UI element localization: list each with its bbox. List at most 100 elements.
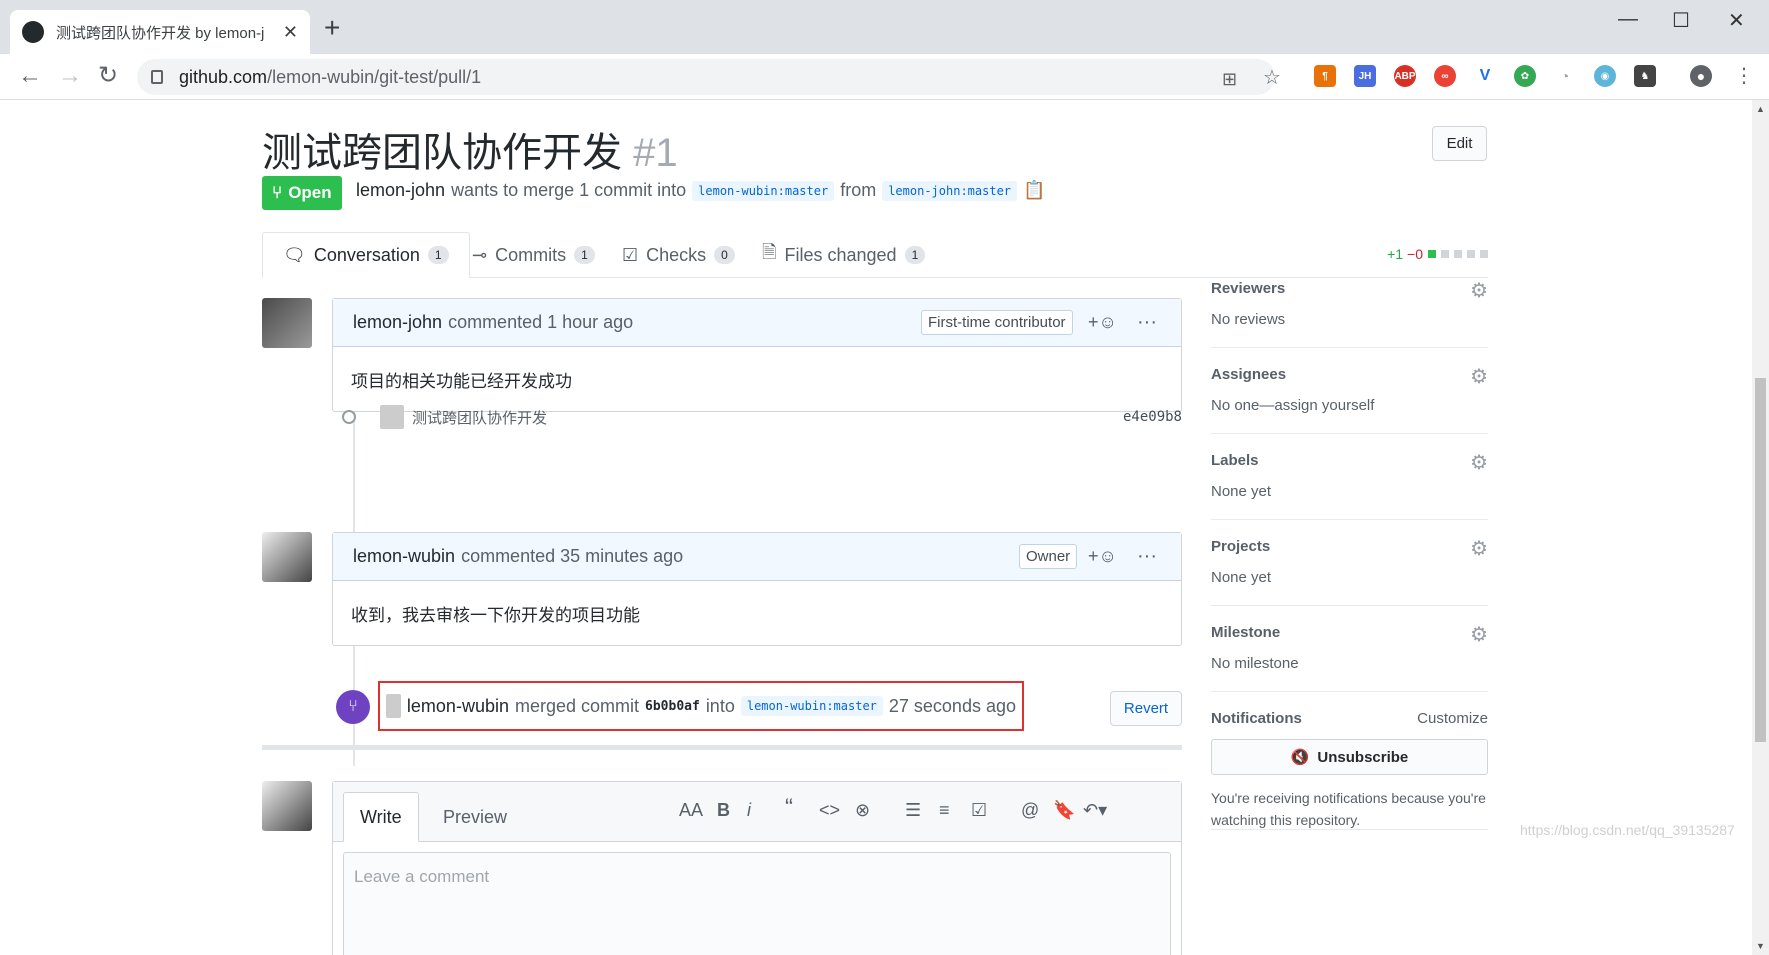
extension-jh-icon[interactable]: JH	[1354, 65, 1376, 87]
chrome-menu-icon[interactable]: ⋮	[1734, 62, 1754, 90]
maximize-icon[interactable]: ☐	[1672, 8, 1690, 33]
preview-tab[interactable]: Preview	[427, 792, 523, 842]
commit-message[interactable]: 测试跨团队协作开发	[412, 407, 547, 428]
comment-timestamp[interactable]: commented 1 hour ago	[448, 312, 633, 333]
bold-icon[interactable]: B	[717, 800, 730, 821]
commit-sha[interactable]: e4e09b8	[1123, 409, 1182, 425]
git-merge-icon: ⑂	[336, 690, 370, 724]
profile-icon[interactable]: ●	[1690, 65, 1712, 87]
clipboard-icon[interactable]: 📋	[1023, 180, 1045, 201]
text-size-icon[interactable]: AA	[679, 800, 703, 821]
bookmark-star-icon[interactable]: ☆	[1263, 64, 1281, 92]
sidebar-value[interactable]: No one—assign yourself	[1211, 397, 1488, 414]
back-icon[interactable]: ←	[18, 62, 42, 90]
comment-timestamp[interactable]: commented 35 minutes ago	[461, 546, 683, 567]
reload-icon[interactable]: ↻	[98, 62, 118, 90]
scroll-up-icon[interactable]: ▲	[1756, 104, 1765, 114]
tab-files-changed[interactable]: 🗎 Files changed 1	[762, 232, 926, 278]
link-icon[interactable]: ⊗	[855, 800, 870, 821]
close-window-icon[interactable]: ✕	[1728, 8, 1745, 33]
merge-summary: lemon-john wants to merge 1 commit into …	[356, 180, 1045, 201]
tab-counter: 0	[714, 246, 735, 264]
extension-bell-badge-icon[interactable]: ♞	[1634, 65, 1656, 87]
extension-gauge-icon[interactable]: ◔	[1554, 65, 1576, 87]
more-options-icon[interactable]: ···	[1137, 311, 1157, 334]
head-branch[interactable]: lemon-john:master	[882, 180, 1018, 201]
task-list-icon[interactable]: ☑	[971, 800, 987, 821]
add-reaction-icon[interactable]: +☺	[1088, 546, 1117, 567]
revert-button[interactable]: Revert	[1110, 691, 1182, 726]
additions-count: +1	[1387, 246, 1404, 262]
avatar[interactable]	[262, 298, 312, 348]
comment-author[interactable]: lemon-wubin	[353, 546, 455, 567]
from-text: from	[840, 180, 877, 200]
pr-author-link[interactable]: lemon-john	[356, 180, 445, 201]
minimize-icon[interactable]: —	[1618, 8, 1638, 31]
numbered-list-icon[interactable]: ≡	[939, 800, 950, 821]
code-icon[interactable]: <>	[819, 800, 840, 821]
comment-author[interactable]: lemon-john	[353, 312, 442, 333]
write-tab[interactable]: Write	[343, 792, 419, 842]
state-badge: ⑂ Open	[262, 176, 342, 210]
edit-button[interactable]: Edit	[1432, 126, 1487, 161]
merge-commit-sha[interactable]: 6b0b0af	[645, 699, 700, 714]
add-reaction-icon[interactable]: +☺	[1088, 312, 1117, 333]
merge-into-text: into	[705, 695, 735, 716]
gear-icon[interactable]: ⚙	[1470, 278, 1488, 303]
customize-link[interactable]: Customize	[1417, 710, 1488, 727]
extension-translate-badge-icon[interactable]: ◉	[1594, 65, 1616, 87]
commit-icon	[342, 410, 356, 424]
scroll-down-icon[interactable]: ▼	[1756, 941, 1765, 951]
sidebar-heading: Notifications	[1211, 710, 1302, 727]
merge-author[interactable]: lemon-wubin	[407, 696, 509, 717]
sidebar-reviewers: Reviewers ⚙ No reviews	[1211, 280, 1488, 348]
tab-conversation[interactable]: 🗨 Conversation 1	[262, 232, 470, 278]
translate-icon[interactable]: ⊞	[1222, 65, 1237, 93]
unsubscribe-button[interactable]: 🔇 Unsubscribe	[1211, 739, 1488, 775]
watermark: https://blog.csdn.net/qq_39135287	[1520, 822, 1735, 838]
gear-icon[interactable]: ⚙	[1470, 622, 1488, 647]
merge-target-branch[interactable]: lemon-wubin:master	[740, 696, 883, 716]
tab-commits[interactable]: ⊸ Commits 1	[472, 232, 595, 278]
tab-checks[interactable]: ☑ Checks 0	[622, 232, 735, 278]
diffstat-block	[1441, 250, 1449, 258]
diffstat-block	[1454, 250, 1462, 258]
gear-icon[interactable]: ⚙	[1470, 450, 1488, 475]
gear-icon[interactable]: ⚙	[1470, 536, 1488, 561]
sidebar-milestone: Milestone ⚙ No milestone	[1211, 624, 1488, 692]
forward-icon[interactable]: →	[58, 62, 82, 90]
browser-tab[interactable]: 测试跨团队协作开发 by lemon-j ✕	[10, 10, 310, 54]
reference-icon[interactable]: 🔖	[1053, 800, 1075, 821]
reply-icon[interactable]: ↶▾	[1083, 800, 1107, 821]
diffstat-block	[1467, 250, 1475, 258]
sidebar-heading: Reviewers	[1211, 280, 1286, 297]
diffstat-block	[1480, 250, 1488, 258]
tab-close-icon[interactable]: ✕	[283, 22, 298, 43]
extension-abp-icon[interactable]: ABP	[1394, 65, 1416, 87]
extension-v-icon[interactable]: V	[1474, 65, 1496, 87]
more-options-icon[interactable]: ···	[1137, 545, 1157, 568]
extension-infinity-icon[interactable]: ∞	[1434, 65, 1456, 87]
file-diff-icon: 🗎	[762, 242, 777, 262]
scrollbar-thumb[interactable]	[1755, 378, 1766, 742]
bulleted-list-icon[interactable]: ☰	[905, 800, 921, 821]
gear-icon[interactable]: ⚙	[1470, 364, 1488, 389]
extension-green-icon[interactable]: ✿	[1514, 65, 1536, 87]
new-tab-button[interactable]: +	[324, 14, 340, 42]
quote-icon[interactable]: “	[785, 794, 793, 822]
author-role-badge: First-time contributor	[921, 310, 1073, 335]
italic-icon[interactable]: i	[747, 800, 751, 821]
page-scrollbar[interactable]: ▲ ▼	[1752, 100, 1769, 955]
notification-reason: You're receiving notifications because y…	[1211, 790, 1486, 828]
commit-author-avatar[interactable]	[380, 405, 404, 429]
comment-textarea[interactable]: Leave a comment	[343, 852, 1171, 955]
avatar[interactable]	[262, 532, 312, 582]
merge-author-avatar[interactable]	[386, 694, 401, 718]
extension-pilcrow-icon[interactable]: ¶	[1314, 65, 1336, 87]
deletions-count: −0	[1407, 246, 1423, 262]
merge-timestamp[interactable]: 27 seconds ago	[889, 696, 1016, 717]
pull-request-icon: ⑂	[272, 183, 283, 202]
base-branch[interactable]: lemon-wubin:master	[692, 180, 835, 201]
address-bar[interactable]: github.com/lemon-wubin/git-test/pull/1	[137, 59, 1275, 95]
mention-icon[interactable]: @	[1021, 800, 1039, 821]
